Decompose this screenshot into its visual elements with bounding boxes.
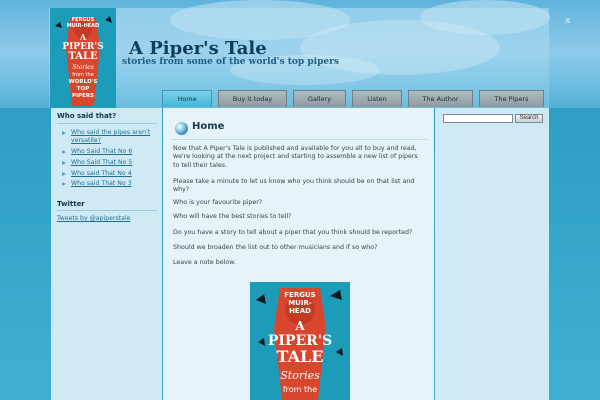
sidebar-link-list: Who said the pipes aren't versatile? Who… <box>62 129 162 191</box>
bullet-arrow-icon <box>62 182 66 187</box>
nav-tab-listen[interactable]: Listen <box>352 90 402 107</box>
svg-text:FERGUS: FERGUS <box>284 291 315 299</box>
svg-text:HEAD: HEAD <box>289 307 311 315</box>
paragraph: Who is your favourite piper? <box>173 199 263 206</box>
bullet-arrow-icon <box>62 131 66 135</box>
paragraph: Should we broaden the list out to other … <box>173 244 378 251</box>
svg-text:TOP: TOP <box>77 86 89 92</box>
nav-tab-the-author[interactable]: The Author <box>408 90 473 107</box>
svg-text:TALE: TALE <box>68 51 98 62</box>
svg-text:from the: from the <box>283 385 317 394</box>
search-button[interactable]: Search <box>515 114 543 123</box>
list-item: Who said the pipes aren't versatile? <box>62 129 162 145</box>
book-cover-art: FERGUS MUIR-HEAD A PIPER'S TALE Stories … <box>50 8 116 108</box>
list-item: Who Said That No 5 <box>62 159 162 167</box>
sidebar-link[interactable]: Who Said That No 5 <box>71 159 132 166</box>
globe-icon <box>175 122 188 135</box>
nav-tab-buy-it-today[interactable]: Buy it today <box>218 90 287 107</box>
search-input[interactable] <box>443 114 513 123</box>
list-item: Who said That No 3 <box>62 180 162 188</box>
svg-text:from the: from the <box>72 72 93 78</box>
nav-tab-the-pipers[interactable]: The Pipers <box>479 90 544 107</box>
nav-tab-gallery[interactable]: Gallery <box>293 90 346 107</box>
sidebar-heading: Who said that? <box>57 112 117 120</box>
sidebar-link[interactable]: Who said That No 4 <box>71 170 132 177</box>
sidebar-link[interactable]: Who said That No 3 <box>71 180 132 187</box>
svg-text:A: A <box>294 319 305 333</box>
title-divider <box>172 139 427 140</box>
site-title[interactable]: A Piper's Tale <box>129 38 267 59</box>
sidebar-link[interactable]: Who said the pipes aren't versatile? <box>71 129 150 144</box>
bullet-arrow-icon <box>62 171 66 176</box>
svg-text:Stories: Stories <box>72 64 94 71</box>
svg-text:Stories: Stories <box>280 369 320 382</box>
paragraph: Leave a note below. <box>173 259 236 266</box>
sidebar-divider <box>57 123 157 124</box>
right-sidebar <box>435 108 549 400</box>
list-item: Who said That No 4 <box>62 170 162 178</box>
book-cover-art: FERGUS MUIR- HEAD A PIPER'S TALE Stories… <box>250 282 350 400</box>
svg-text:A: A <box>79 32 87 42</box>
book-cover-image[interactable]: FERGUS MUIR- HEAD A PIPER'S TALE Stories… <box>250 282 350 400</box>
twitter-heading: Twitter <box>57 200 85 208</box>
sidebar-link[interactable]: Who Said That No 6 <box>71 148 132 155</box>
svg-text:PIPERS: PIPERS <box>72 93 94 99</box>
svg-text:WORLD'S: WORLD'S <box>69 79 98 85</box>
svg-text:TALE: TALE <box>277 347 324 366</box>
paragraph: Now that A Piper's Tale is published and… <box>173 145 418 169</box>
close-icon[interactable]: x <box>565 16 570 26</box>
paragraph: Please take a minute to let us know who … <box>173 178 415 194</box>
svg-text:MUIR-: MUIR- <box>288 299 312 307</box>
paragraph: Who will have the best stories to tell? <box>173 213 292 220</box>
list-item: Who Said That No 6 <box>62 148 162 156</box>
page-title: Home <box>192 121 225 132</box>
nav-tab-home[interactable]: Home <box>162 90 212 107</box>
site-subtitle: stories from some of the world's top pip… <box>122 57 339 67</box>
twitter-link[interactable]: Tweets by @apiperstale <box>57 215 130 222</box>
bullet-arrow-icon <box>62 160 66 165</box>
paragraph: Do you have a story to tell about a pipe… <box>173 229 413 236</box>
book-cover-thumbnail[interactable]: FERGUS MUIR-HEAD A PIPER'S TALE Stories … <box>50 8 116 108</box>
bullet-arrow-icon <box>62 150 66 154</box>
svg-text:MUIR-HEAD: MUIR-HEAD <box>67 23 99 29</box>
sidebar-divider <box>57 210 157 211</box>
